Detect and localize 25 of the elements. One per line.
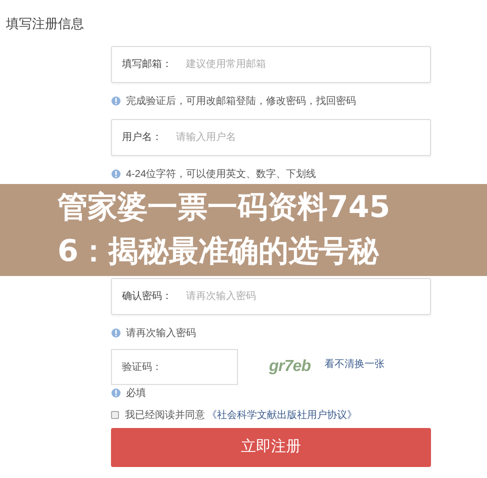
hint-text: 请再次输入密码 — [126, 326, 196, 340]
input-field[interactable]: 用户名： 请输入用户名 — [111, 119, 431, 156]
hint-text: 4-24位字符，可以使用英文、数字、下划线 — [126, 168, 316, 182]
section-heading: 填写注册信息 — [5, 15, 85, 33]
info-icon — [111, 388, 121, 398]
checkbox[interactable] — [111, 411, 119, 419]
placeholder-text: 请输入用户名 — [176, 130, 236, 145]
field-label: 填写邮箱： — [122, 58, 172, 72]
captcha-field[interactable]: 验证码： — [111, 349, 238, 385]
input-field[interactable]: 确认密码： 请再次输入密码 — [111, 278, 431, 315]
info-icon — [111, 328, 121, 338]
agreement-text: 我已经阅读并同意 — [125, 408, 205, 422]
agreement-link[interactable]: 《社会科学文献出版社用户协议》 — [207, 408, 357, 422]
hint-text: 完成验证后，可用改邮箱登陆，修改密码，找回密码 — [126, 94, 356, 108]
field-label: 用户名： — [122, 130, 162, 145]
hint-text: 必填 — [126, 386, 146, 400]
field-label: 确认密码： — [122, 290, 172, 304]
refresh-link[interactable]: 看不清换一张 — [324, 356, 385, 372]
banner-text: 管家婆一票一码资料7456：揭秘最准确的选号秘 — [58, 189, 392, 271]
register-button[interactable]: 立即注册 — [111, 428, 431, 467]
placeholder-text: 请再次输入密码 — [186, 290, 256, 304]
info-icon — [111, 169, 121, 179]
input-field[interactable]: 填写邮箱： 建议使用常用邮箱 — [111, 46, 431, 83]
placeholder-text: 建议使用常用邮箱 — [186, 58, 266, 72]
info-icon — [111, 96, 121, 106]
